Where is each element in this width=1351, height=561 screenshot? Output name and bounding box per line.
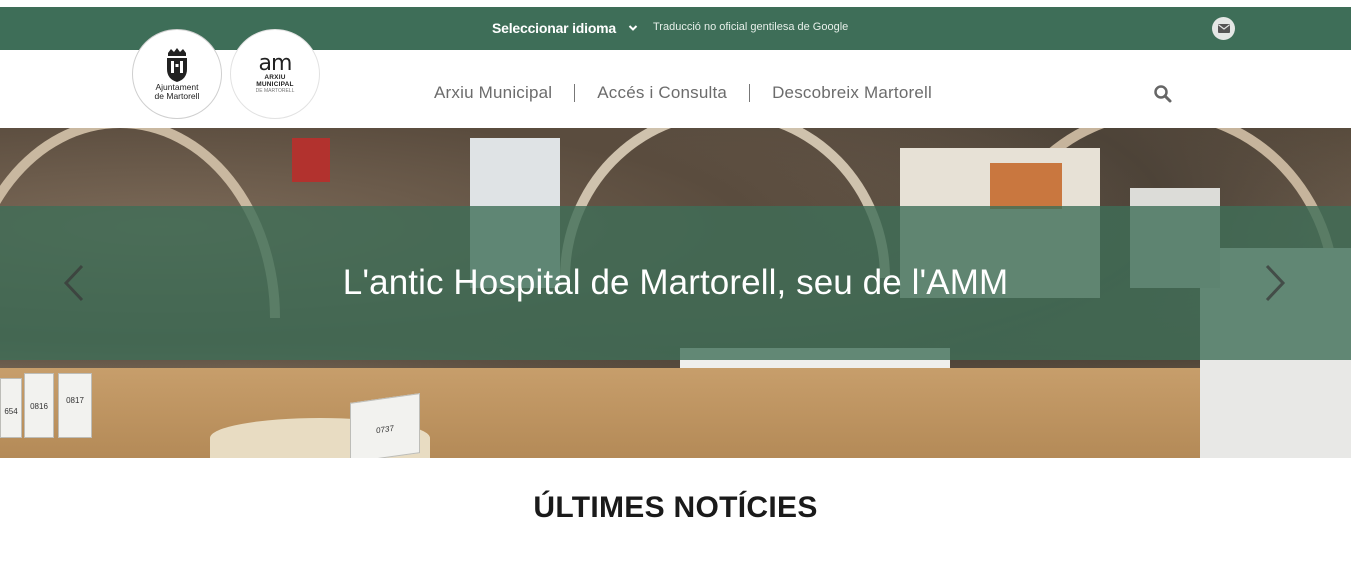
ajuntament-logo[interactable]: Ajuntament de Martorell [132,29,222,119]
coat-of-arms-icon [167,48,187,82]
archive-box-label: 0817 [66,396,84,405]
translation-note: Traducció no oficial gentilesa de Google [653,21,849,33]
chevron-down-icon [628,25,638,31]
archive-box-label: 654 [4,407,18,416]
amm-logo-line3: DE MARTORELL [255,88,295,94]
hero-caption: L'antic Hospital de Martorell, seu de l'… [342,263,1009,302]
archive-box: 0816 [24,373,54,438]
amm-logo-line2: MUNICIPAL [256,81,294,88]
latest-news-heading: ÚLTIMES NOTÍCIES [533,491,818,524]
language-select-label: Seleccionar idioma [492,20,617,36]
mail-button[interactable] [1212,17,1235,40]
hero-carousel[interactable]: 654 0816 0817 0737 L'antic Hospital de M… [0,128,1351,458]
amm-logo-line1: ARXIU [264,74,286,81]
archive-box: 0737 [350,393,420,458]
language-select[interactable]: Seleccionar idioma [492,17,638,39]
archive-box-label: 0737 [376,423,394,436]
archive-box: 0817 [58,373,92,438]
envelope-icon [1217,24,1230,33]
nav-item-acces-consulta[interactable]: Accés i Consulta [597,83,727,103]
extinguisher-sign [292,138,330,182]
amm-logo-mark: am [258,51,293,76]
arxiu-municipal-logo[interactable]: am ARXIU MUNICIPAL DE MARTORELL [230,29,320,119]
search-icon[interactable] [1153,84,1173,104]
floor [0,368,1351,458]
archive-box: 654 [0,378,22,438]
nav-separator [749,84,751,102]
archive-box-label: 0816 [30,402,48,411]
painting [990,163,1062,209]
ajuntament-logo-line2: de Martorell [154,91,200,101]
top-strip [0,0,1351,7]
nav-separator [574,84,576,102]
chevron-left-icon[interactable] [62,263,86,303]
nav-item-descobreix-martorell[interactable]: Descobreix Martorell [772,83,932,103]
main-nav: Arxiu Municipal Accés i Consulta Descobr… [434,83,932,103]
chevron-right-icon[interactable] [1263,263,1287,303]
hero-caption-banner: L'antic Hospital de Martorell, seu de l'… [0,206,1351,360]
nav-item-arxiu-municipal[interactable]: Arxiu Municipal [434,83,552,103]
